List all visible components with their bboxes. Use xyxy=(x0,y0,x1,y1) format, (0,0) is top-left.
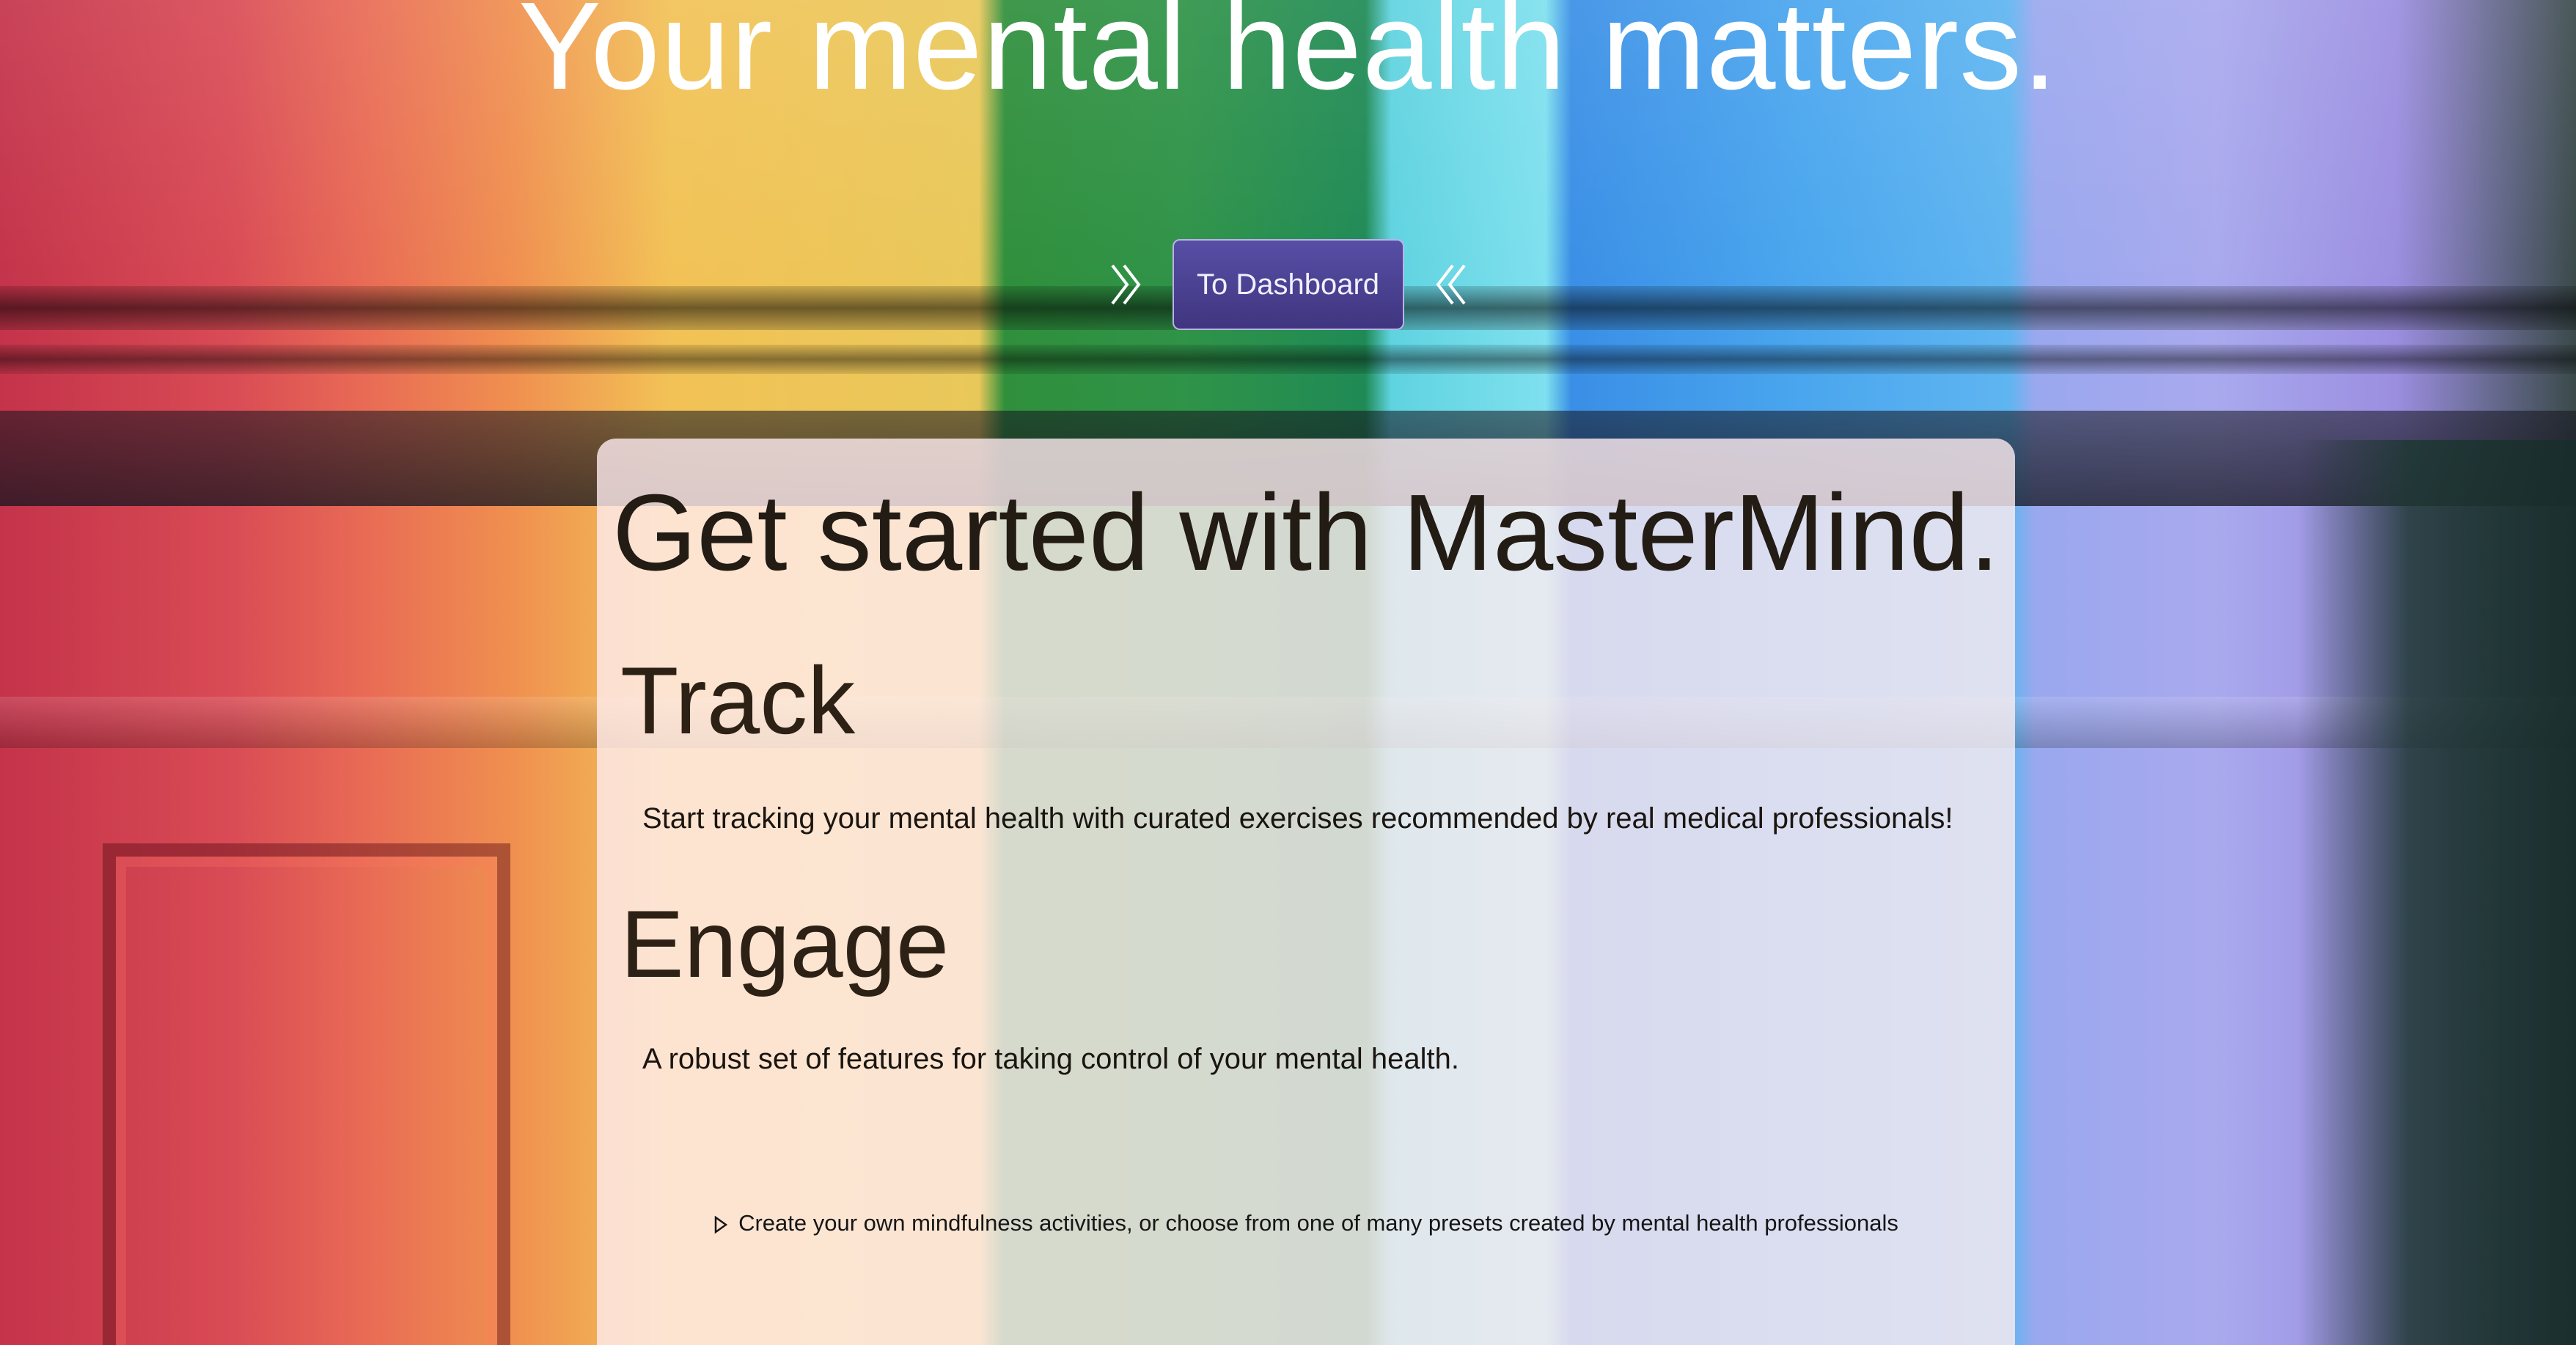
chevrons-left-icon xyxy=(1431,263,1469,307)
landing-page: Your mental health matters. To Dashboard… xyxy=(0,0,2576,1345)
background-door xyxy=(2297,440,2576,1345)
get-started-card: Get started with MasterMind. Track Start… xyxy=(597,439,2015,1345)
details-summary-text: Create your own mindfulness activities, … xyxy=(738,1210,1898,1236)
section-heading-engage: Engage xyxy=(620,890,950,997)
card-title: Get started with MasterMind. xyxy=(612,472,2000,593)
disclosure-triangle-icon[interactable] xyxy=(713,1214,728,1234)
section-text-track: Start tracking your mental health with c… xyxy=(642,802,1953,835)
details-summary[interactable]: Create your own mindfulness activities, … xyxy=(597,1210,2015,1236)
background-ledge xyxy=(0,345,2576,374)
hero-title: Your mental health matters. xyxy=(518,0,2058,116)
section-text-engage: A robust set of features for taking cont… xyxy=(642,1043,1459,1075)
cta-row: To Dashboard xyxy=(0,239,2576,330)
chevrons-right-icon xyxy=(1108,263,1146,307)
background-door-panel xyxy=(103,843,510,1345)
section-heading-track: Track xyxy=(620,647,856,754)
to-dashboard-button[interactable]: To Dashboard xyxy=(1172,239,1404,330)
